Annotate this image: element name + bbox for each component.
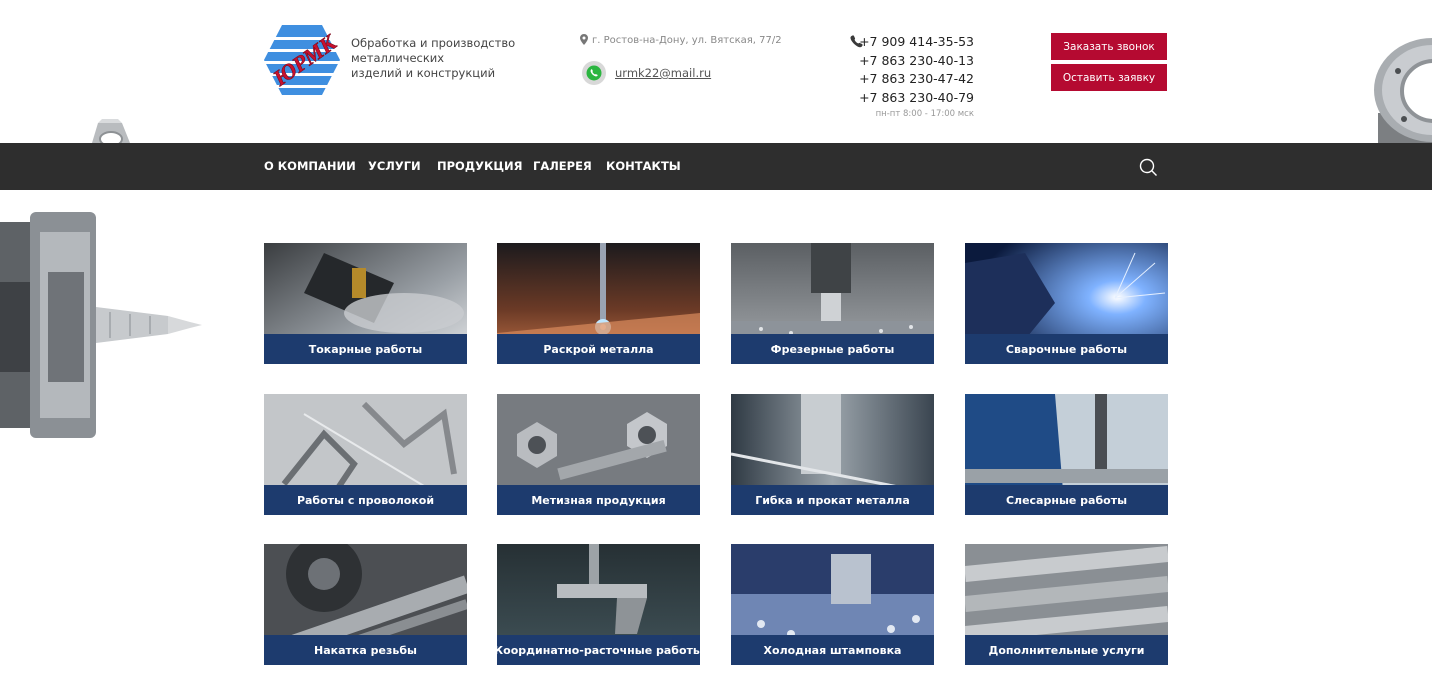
order-call-button[interactable]: Заказать звонок bbox=[1051, 33, 1167, 60]
site-header: ЮРМК Обработка и производство металличес… bbox=[0, 0, 1432, 143]
service-title: Токарные работы bbox=[264, 334, 467, 364]
phone-number[interactable]: +7 863 230-47-42 bbox=[852, 70, 974, 89]
service-title: Фрезерные работы bbox=[731, 334, 934, 364]
service-title: Раскрой металла bbox=[497, 334, 700, 364]
service-card-stamping[interactable]: Холодная штамповка bbox=[731, 544, 934, 665]
hex-nut-decoration bbox=[92, 119, 130, 143]
service-title: Сварочные работы bbox=[965, 334, 1168, 364]
search-icon[interactable] bbox=[1138, 157, 1158, 177]
nav-item-about[interactable]: О КОМПАНИИ bbox=[264, 143, 356, 190]
phone-block: +7 909 414-35-53 +7 863 230-40-13 +7 863… bbox=[850, 33, 974, 121]
service-title: Холодная штамповка bbox=[731, 635, 934, 665]
main-navigation: О КОМПАНИИ УСЛУГИ ПРОДУКЦИЯ ГАЛЕРЕЯ КОНТ… bbox=[0, 143, 1432, 190]
service-card-threading[interactable]: Накатка резьбы bbox=[264, 544, 467, 665]
tagline-line: Обработка и производство bbox=[351, 36, 516, 50]
nav-item-contacts[interactable]: КОНТАКТЫ bbox=[606, 143, 681, 190]
leave-request-button[interactable]: Оставить заявку bbox=[1051, 64, 1167, 91]
service-card-bending[interactable]: Гибка и прокат металла bbox=[731, 394, 934, 515]
metal-ring-decoration bbox=[1374, 38, 1432, 143]
company-tagline: Обработка и производство металлических и… bbox=[351, 36, 531, 81]
tagline-line: изделий и конструкций bbox=[351, 66, 496, 80]
whatsapp-icon[interactable] bbox=[582, 61, 606, 85]
tagline-line: металлических bbox=[351, 51, 445, 65]
phone-number[interactable]: +7 863 230-40-13 bbox=[852, 52, 974, 71]
service-title: Метизная продукция bbox=[497, 485, 700, 515]
service-card-turning[interactable]: Токарные работы bbox=[264, 243, 467, 364]
phone-number[interactable]: +7 909 414-35-53 bbox=[852, 33, 974, 52]
nav-item-services[interactable]: УСЛУГИ bbox=[368, 143, 421, 190]
service-card-welding[interactable]: Сварочные работы bbox=[965, 243, 1168, 364]
service-title: Дополнительные услуги bbox=[965, 635, 1168, 665]
lathe-chuck-decoration bbox=[0, 212, 202, 438]
phone-number[interactable]: +7 863 230-40-79 bbox=[852, 89, 974, 108]
email-link[interactable]: urmk22@mail.ru bbox=[615, 66, 711, 80]
service-card-additional[interactable]: Дополнительные услуги bbox=[965, 544, 1168, 665]
nav-item-products[interactable]: ПРОДУКЦИЯ bbox=[437, 143, 523, 190]
address-text: г. Ростов-на-Дону, ул. Вятская, 77/2 bbox=[592, 35, 782, 46]
phone-icon bbox=[850, 35, 863, 48]
working-hours: пн-пт 8:00 - 17:00 мск bbox=[875, 109, 974, 119]
service-title: Накатка резьбы bbox=[264, 635, 467, 665]
service-card-wire[interactable]: Работы с проволокой bbox=[264, 394, 467, 515]
service-card-milling[interactable]: Фрезерные работы bbox=[731, 243, 934, 364]
address: г. Ростов-на-Дону, ул. Вятская, 77/2 bbox=[580, 34, 782, 46]
nav-item-gallery[interactable]: ГАЛЕРЕЯ bbox=[533, 143, 592, 190]
service-card-cutting[interactable]: Раскрой металла bbox=[497, 243, 700, 364]
service-card-hardware[interactable]: Метизная продукция bbox=[497, 394, 700, 515]
service-title: Гибка и прокат металла bbox=[731, 485, 934, 515]
map-pin-icon bbox=[580, 34, 588, 45]
service-card-jig-boring[interactable]: Координатно-расточные работы bbox=[497, 544, 700, 665]
company-logo[interactable]: ЮРМК bbox=[264, 25, 340, 95]
email-row: urmk22@mail.ru bbox=[582, 61, 711, 85]
service-title: Координатно-расточные работы bbox=[497, 635, 700, 665]
service-title: Слесарные работы bbox=[965, 485, 1168, 515]
service-title: Работы с проволокой bbox=[264, 485, 467, 515]
service-card-locksmith[interactable]: Слесарные работы bbox=[965, 394, 1168, 515]
